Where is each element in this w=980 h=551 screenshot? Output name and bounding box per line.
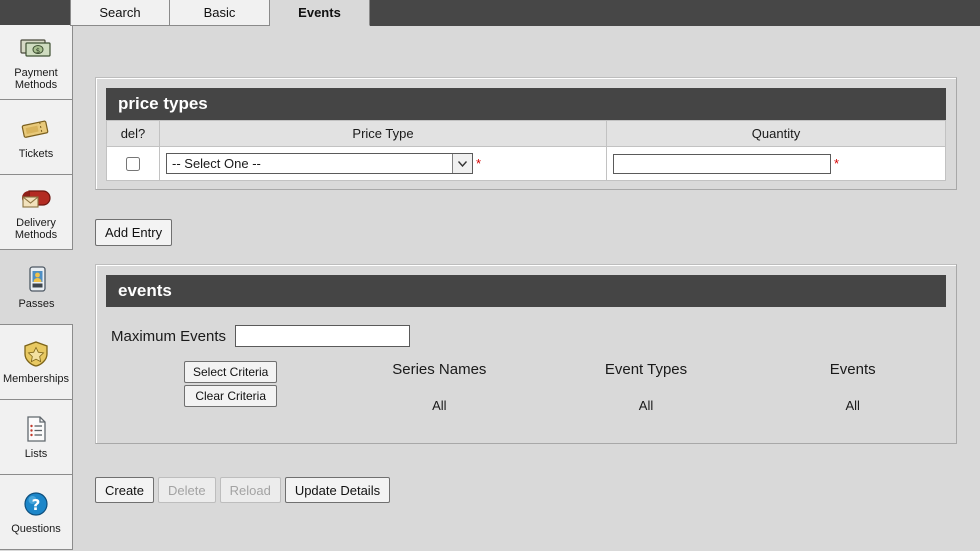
criteria-column-title: Event Types [604, 361, 688, 378]
criteria-columns: Series Names All Event Types All Events … [336, 361, 956, 413]
sidebar-item-memberships[interactable]: Memberships [0, 325, 73, 400]
sidebar-item-label: Memberships [2, 373, 70, 385]
pass-card-icon [20, 264, 54, 294]
delete-button: Delete [158, 477, 216, 503]
sidebar-item-label: Passes [18, 298, 55, 310]
delete-row-checkbox[interactable] [126, 157, 140, 172]
tab-search[interactable]: Search [70, 0, 170, 26]
price-type-select[interactable]: -- Select One -- [166, 153, 473, 174]
sidebar-item-label: Payment Methods [14, 67, 58, 91]
price-type-select-wrapper: -- Select One -- * [166, 153, 481, 174]
quantity-input[interactable] [613, 153, 831, 174]
column-header-del: del? [106, 120, 160, 147]
sidebar: $ Payment Methods Tickets Delivery Metho… [0, 25, 73, 551]
add-entry-button[interactable]: Add Entry [95, 219, 173, 246]
money-icon: $ [19, 33, 53, 63]
criteria-column-value: All [638, 398, 654, 413]
column-header-price-type: Price Type [159, 120, 607, 147]
maximum-events-label: Maximum Events [111, 327, 227, 345]
price-type-selected-value: -- Select One -- [172, 156, 261, 171]
application-window: Search Basic Events $ Payment Methods Ti… [0, 0, 980, 551]
price-types-table: del? Price Type Quantity -- Select One -… [106, 120, 946, 181]
clear-criteria-button[interactable]: Clear Criteria [184, 385, 278, 407]
tab-label: Search [99, 5, 141, 20]
criteria-buttons-group: Select Criteria Clear Criteria [184, 361, 278, 407]
cell-delete-checkbox [106, 146, 160, 181]
tab-events[interactable]: Events [270, 0, 370, 26]
list-document-icon [19, 414, 53, 444]
criteria-column-value: All [845, 398, 860, 413]
cell-price-type: -- Select One -- * [159, 146, 607, 181]
shield-star-icon [19, 339, 53, 369]
create-button[interactable]: Create [95, 477, 155, 503]
sidebar-item-payment-methods[interactable]: $ Payment Methods [0, 25, 73, 100]
criteria-area: Select Criteria Clear Criteria Series Na… [106, 361, 946, 431]
tab-label: Events [298, 5, 341, 20]
select-criteria-button[interactable]: Select Criteria [184, 361, 278, 383]
table-header-row: del? Price Type Quantity [106, 120, 946, 147]
main-content: price types del? Price Type Quantity -- … [73, 26, 980, 551]
sidebar-item-passes[interactable]: Passes [0, 250, 73, 325]
price-type-required-marker: * [476, 155, 482, 171]
maximum-events-input[interactable] [235, 325, 411, 347]
criteria-column-title: Series Names [392, 361, 487, 378]
svg-text:?: ? [32, 496, 41, 514]
column-header-quantity: Quantity [606, 120, 946, 147]
criteria-column-series-names: Series Names All [336, 361, 543, 413]
maximum-events-row: Maximum Events [106, 325, 946, 347]
reload-button: Reload [219, 477, 281, 503]
tab-basic[interactable]: Basic [170, 0, 270, 26]
ticket-icon [19, 114, 53, 144]
quantity-required-marker: * [834, 155, 840, 171]
criteria-column-title: Events [829, 361, 876, 378]
quantity-input-wrapper: * [613, 153, 840, 174]
criteria-column-events: Events All [749, 361, 956, 413]
update-details-button[interactable]: Update Details [284, 477, 391, 503]
table-row: -- Select One -- * * [106, 146, 946, 181]
tab-label: Basic [203, 5, 236, 20]
mailbox-icon [19, 183, 53, 213]
criteria-column-event-types: Event Types All [543, 361, 750, 413]
sidebar-item-label: Delivery Methods [14, 217, 58, 241]
bottom-action-bar: Create Delete Reload Update Details [95, 477, 391, 503]
price-types-panel-title: price types [106, 88, 946, 120]
chevron-down-icon[interactable] [452, 154, 472, 173]
question-circle-icon: ? [19, 489, 53, 519]
sidebar-item-tickets[interactable]: Tickets [0, 100, 73, 175]
events-panel-title: events [106, 275, 946, 307]
svg-text:$: $ [36, 47, 40, 55]
sidebar-item-label: Lists [24, 448, 48, 460]
sidebar-item-label: Questions [11, 523, 61, 535]
price-types-panel: price types del? Price Type Quantity -- … [95, 77, 957, 190]
sidebar-item-label: Tickets [18, 148, 54, 160]
events-panel: events Maximum Events Select Criteria Cl… [95, 264, 957, 444]
tab-bar: Search Basic Events [70, 0, 370, 26]
criteria-column-value: All [432, 398, 447, 413]
sidebar-item-lists[interactable]: Lists [0, 400, 73, 475]
sidebar-item-delivery-methods[interactable]: Delivery Methods [0, 175, 73, 250]
sidebar-item-questions[interactable]: ? Questions [0, 475, 73, 550]
cell-quantity: * [606, 146, 946, 181]
